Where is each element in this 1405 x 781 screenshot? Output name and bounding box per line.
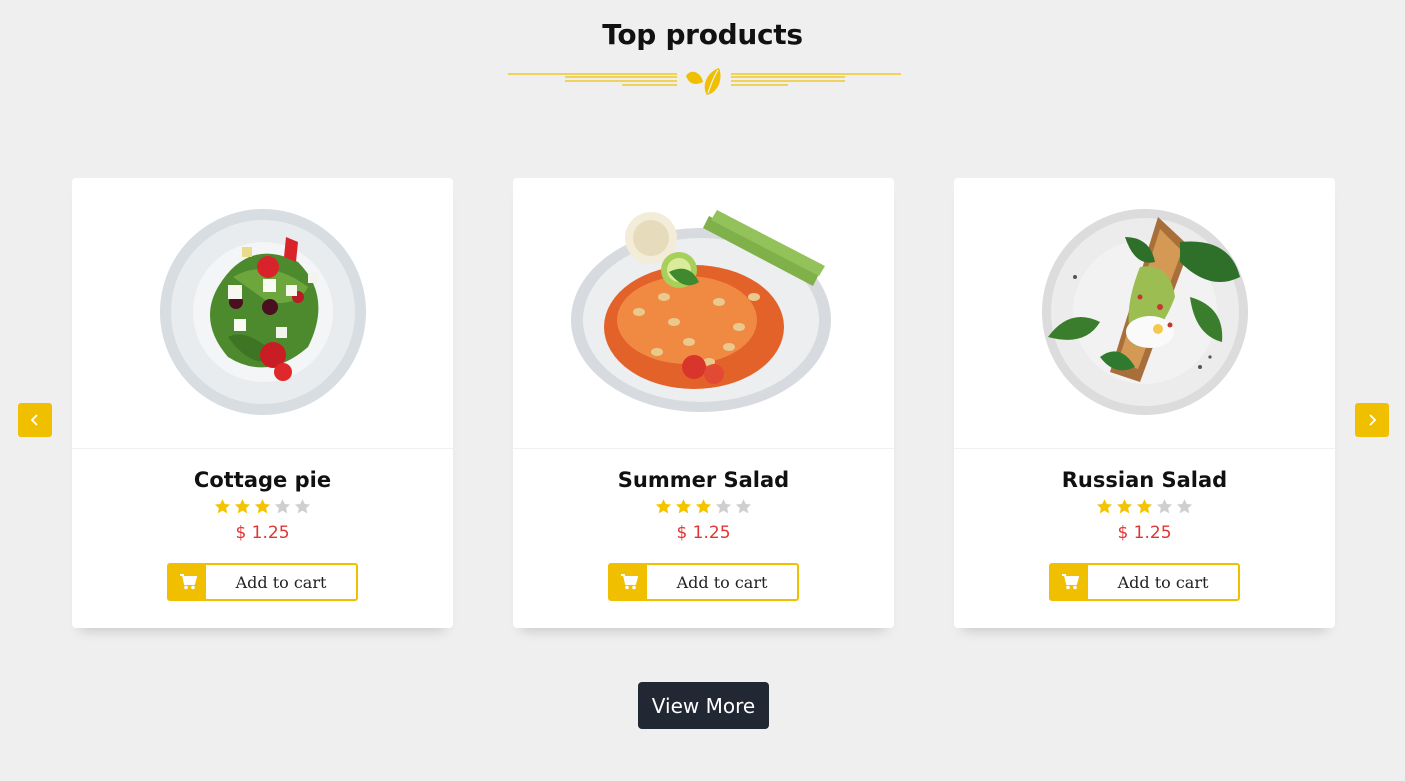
add-to-cart-label: Add to cart <box>676 572 768 592</box>
product-image[interactable] <box>72 178 453 446</box>
star-filled-icon <box>1116 499 1133 514</box>
add-to-cart-button[interactable]: Add to cart <box>608 563 799 601</box>
add-to-cart-button[interactable]: Add to cart <box>1049 563 1240 601</box>
product-price: $ 1.25 <box>1117 523 1172 543</box>
add-to-cart-button[interactable]: Add to cart <box>167 563 358 601</box>
star-empty-icon <box>274 499 291 514</box>
product-image[interactable] <box>954 178 1335 446</box>
product-price: $ 1.25 <box>235 523 290 543</box>
product-card[interactable]: Russian Salad $ 1.25 Add to cart <box>954 178 1335 628</box>
star-filled-icon <box>234 499 251 514</box>
star-filled-icon <box>214 499 231 514</box>
product-image[interactable] <box>513 178 894 446</box>
carousel-next-button[interactable] <box>1355 403 1389 437</box>
cart-icon <box>179 574 197 590</box>
product-card[interactable]: Cottage pie $ 1.25 Add to cart <box>72 178 453 628</box>
product-price: $ 1.25 <box>676 523 731 543</box>
chevron-left-icon <box>30 414 38 426</box>
add-to-cart-label: Add to cart <box>1117 572 1209 592</box>
chevron-right-icon <box>1369 414 1377 426</box>
star-empty-icon <box>1176 499 1193 514</box>
star-filled-icon <box>1096 499 1113 514</box>
star-filled-icon <box>675 499 692 514</box>
star-empty-icon <box>715 499 732 514</box>
product-card[interactable]: Summer Salad $ 1.25 Add to cart <box>513 178 894 628</box>
section-title: Top products <box>602 18 803 51</box>
star-empty-icon <box>735 499 752 514</box>
star-filled-icon <box>254 499 271 514</box>
star-filled-icon <box>655 499 672 514</box>
add-to-cart-label: Add to cart <box>235 572 327 592</box>
product-rating <box>954 498 1335 515</box>
product-rating <box>513 498 894 515</box>
star-empty-icon <box>294 499 311 514</box>
cart-icon <box>1061 574 1079 590</box>
product-name[interactable]: Cottage pie <box>72 468 453 492</box>
product-name[interactable]: Russian Salad <box>954 468 1335 492</box>
view-more-button[interactable]: View More <box>638 682 769 729</box>
carousel-prev-button[interactable] <box>18 403 52 437</box>
star-empty-icon <box>1156 499 1173 514</box>
product-rating <box>72 498 453 515</box>
star-filled-icon <box>1136 499 1153 514</box>
star-filled-icon <box>695 499 712 514</box>
product-name[interactable]: Summer Salad <box>513 468 894 492</box>
title-divider-leaf-icon <box>508 68 901 95</box>
cart-icon <box>620 574 638 590</box>
